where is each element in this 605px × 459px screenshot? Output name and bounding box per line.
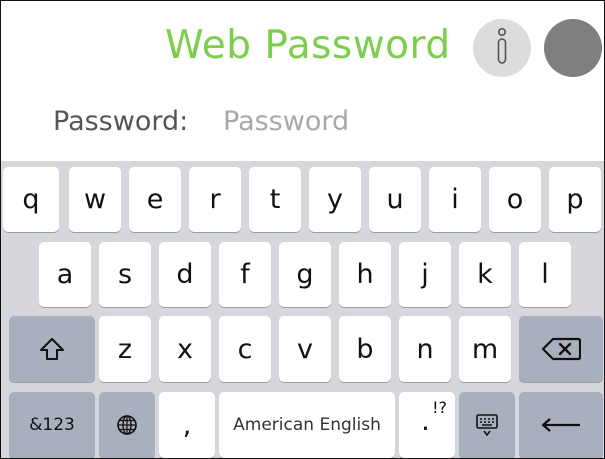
- info-button[interactable]: [473, 19, 531, 77]
- key-z[interactable]: z: [99, 316, 151, 382]
- backspace-icon: [541, 337, 581, 361]
- circle-button[interactable]: [544, 19, 602, 77]
- key-o[interactable]: o: [489, 167, 541, 232]
- enter-icon: [541, 418, 580, 432]
- key-b[interactable]: b: [339, 316, 391, 382]
- key-k[interactable]: k: [459, 242, 511, 307]
- globe-key[interactable]: [99, 392, 155, 458]
- key-c[interactable]: c: [219, 316, 271, 382]
- keyboard: q w e r t y u i o p a s d f g h j k l z …: [1, 161, 604, 458]
- key-v[interactable]: v: [279, 316, 331, 382]
- shift-icon: [40, 338, 64, 360]
- comma-key[interactable]: ,: [159, 392, 215, 458]
- enter-key[interactable]: [519, 392, 603, 458]
- shift-key[interactable]: [9, 316, 95, 382]
- password-input[interactable]: [223, 101, 523, 141]
- backspace-key[interactable]: [519, 316, 603, 382]
- key-j[interactable]: j: [399, 242, 451, 307]
- header: Web Password Password:: [1, 1, 604, 161]
- hide-keyboard-key[interactable]: [459, 392, 515, 458]
- info-icon: [497, 28, 507, 64]
- key-g[interactable]: g: [279, 242, 331, 307]
- key-d[interactable]: d: [159, 242, 211, 307]
- key-x[interactable]: x: [159, 316, 211, 382]
- key-w[interactable]: w: [69, 167, 121, 232]
- key-t[interactable]: t: [249, 167, 301, 232]
- key-y[interactable]: y: [309, 167, 361, 232]
- key-h[interactable]: h: [339, 242, 391, 307]
- period-label: .: [421, 404, 430, 437]
- key-s[interactable]: s: [99, 242, 151, 307]
- period-key[interactable]: !? .: [399, 392, 455, 458]
- key-f[interactable]: f: [219, 242, 271, 307]
- app-frame: Web Password Password: q w e r t y u i o…: [0, 0, 605, 459]
- key-r[interactable]: r: [189, 167, 241, 232]
- key-p[interactable]: p: [549, 167, 601, 232]
- key-m[interactable]: m: [459, 316, 511, 382]
- page-title: Web Password: [165, 23, 451, 68]
- key-u[interactable]: u: [369, 167, 421, 232]
- space-key[interactable]: American English: [219, 392, 395, 458]
- key-a[interactable]: a: [39, 242, 91, 307]
- key-l[interactable]: l: [519, 242, 571, 307]
- keyboard-hide-icon: [476, 414, 498, 437]
- password-label: Password:: [53, 106, 189, 137]
- globe-icon: [117, 415, 137, 435]
- key-n[interactable]: n: [399, 316, 451, 382]
- key-q[interactable]: q: [3, 167, 59, 232]
- numbers-key[interactable]: &123: [9, 392, 95, 458]
- key-i[interactable]: i: [429, 167, 481, 232]
- key-e[interactable]: e: [129, 167, 181, 232]
- punctuation-hint: !?: [432, 398, 447, 417]
- period-key-content: !? .: [399, 392, 455, 458]
